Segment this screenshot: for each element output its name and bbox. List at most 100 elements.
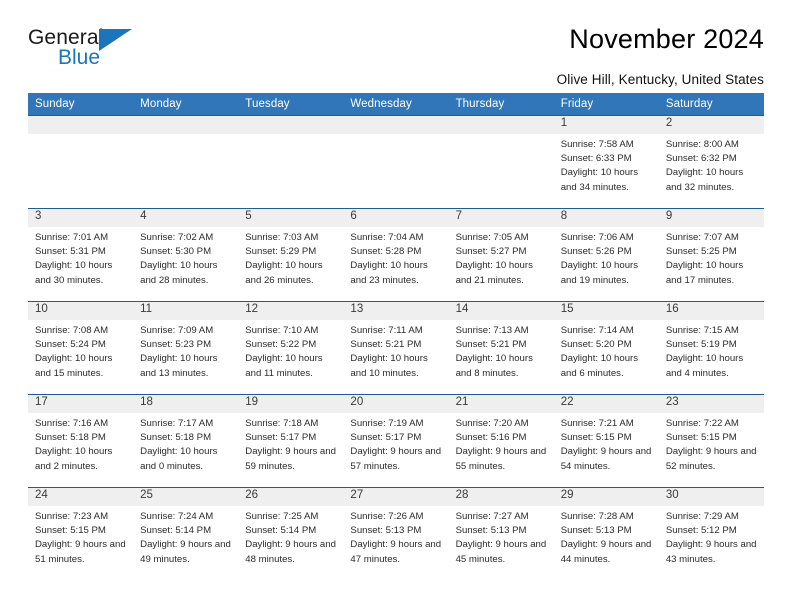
calendar-cell-inner: 10 Sunrise: 7:08 AM Sunset: 5:24 PM Dayligh… [28, 302, 134, 394]
day-number: 7 [448, 209, 554, 227]
sun-info: Sunrise: 7:15 AM Sunset: 5:19 PM Daylight:… [659, 320, 764, 381]
calendar-day-cell[interactable]: 5 Sunrise: 7:03 AM Sunset: 5:29 PM Daylight… [238, 208, 344, 302]
sun-info: Sunrise: 7:06 AM Sunset: 5:26 PM Daylight:… [554, 227, 659, 288]
calendar-cell-inner [343, 116, 449, 208]
day-number: 30 [658, 488, 764, 506]
sun-info: Sunrise: 7:07 AM Sunset: 5:25 PM Daylight:… [659, 227, 764, 288]
calendar-day-cell[interactable]: 1 Sunrise: 7:58 AM Sunset: 6:33 PM Daylight… [553, 115, 659, 209]
day-number [28, 116, 134, 134]
calendar-day-cell[interactable]: 11 Sunrise: 7:09 AM Sunset: 5:23 PM Dayligh… [133, 301, 239, 395]
calendar-day-cell[interactable]: 13 Sunrise: 7:11 AM Sunset: 5:21 PM Dayligh… [343, 301, 449, 395]
day-number [343, 116, 449, 134]
sunset-text: Sunset: 5:24 PM [35, 339, 106, 351]
sun-info: Sunrise: 7:24 AM Sunset: 5:14 PM Daylight:… [133, 506, 238, 567]
daylight-text: Daylight: 10 hours and 4 minutes. [665, 353, 744, 379]
sunrise-text: Sunrise: 7:16 AM [35, 418, 109, 429]
sun-info: Sunrise: 7:14 AM Sunset: 5:20 PM Daylight:… [554, 320, 659, 381]
sun-info: Sunrise: 7:58 AM Sunset: 6:33 PM Daylight:… [554, 134, 659, 195]
brand-logo[interactable]: General Blue [28, 26, 140, 72]
sunset-text: Sunset: 5:18 PM [35, 432, 106, 444]
sunset-text: Sunset: 5:15 PM [560, 432, 632, 444]
sun-info: Sunrise: 7:16 AM Sunset: 5:18 PM Daylight:… [28, 413, 133, 474]
calendar-day-cell[interactable]: 25 Sunrise: 7:24 AM Sunset: 5:14 PM Dayligh… [133, 487, 239, 581]
calendar-day-cell[interactable]: 21 Sunrise: 7:20 AM Sunset: 5:16 PM Dayligh… [448, 394, 554, 488]
sunset-text: Sunset: 5:13 PM [455, 525, 527, 537]
calendar-day-cell[interactable]: 18 Sunrise: 7:17 AM Sunset: 5:18 PM Dayligh… [133, 394, 239, 488]
day-header-wednesday: Wednesday [343, 93, 449, 116]
day-number: 2 [658, 116, 764, 134]
calendar-day-cell[interactable]: 4 Sunrise: 7:02 AM Sunset: 5:30 PM Daylight… [133, 208, 239, 302]
day-number: 5 [238, 209, 344, 227]
day-header-thursday: Thursday [448, 93, 554, 116]
calendar-week-row: 17 Sunrise: 7:16 AM Sunset: 5:18 PM Dayligh… [28, 394, 764, 488]
daylight-text: Daylight: 9 hours and 59 minutes. [245, 446, 336, 472]
daylight-text: Daylight: 9 hours and 51 minutes. [35, 539, 126, 565]
calendar-cell-inner: 16 Sunrise: 7:15 AM Sunset: 5:19 PM Dayligh… [658, 302, 764, 394]
calendar-cell-inner: 19 Sunrise: 7:18 AM Sunset: 5:17 PM Dayligh… [238, 395, 344, 487]
sunset-text: Sunset: 5:23 PM [140, 339, 212, 351]
calendar-day-cell[interactable]: 20 Sunrise: 7:19 AM Sunset: 5:17 PM Dayligh… [343, 394, 449, 488]
daylight-text: Daylight: 9 hours and 43 minutes. [665, 539, 757, 565]
day-number: 9 [658, 209, 764, 227]
calendar-day-cell[interactable]: 29 Sunrise: 7:28 AM Sunset: 5:13 PM Dayligh… [553, 487, 659, 581]
sunset-text: Sunset: 5:25 PM [665, 246, 737, 258]
sun-info: Sunrise: 7:11 AM Sunset: 5:21 PM Daylight:… [343, 320, 448, 381]
sunset-text: Sunset: 5:13 PM [350, 525, 422, 537]
daylight-text: Daylight: 10 hours and 28 minutes. [140, 260, 218, 286]
calendar-day-cell[interactable]: 26 Sunrise: 7:25 AM Sunset: 5:14 PM Dayligh… [238, 487, 344, 581]
calendar-day-cell[interactable]: 22 Sunrise: 7:21 AM Sunset: 5:15 PM Dayligh… [553, 394, 659, 488]
brand-triangle-icon [99, 29, 132, 51]
calendar-day-cell[interactable]: 8 Sunrise: 7:06 AM Sunset: 5:26 PM Daylight… [553, 208, 659, 302]
sunrise-text: Sunrise: 7:17 AM [140, 418, 214, 429]
sunset-text: Sunset: 5:14 PM [245, 525, 317, 537]
day-number [448, 116, 554, 134]
sunset-text: Sunset: 5:15 PM [35, 525, 106, 537]
calendar-day-cell[interactable]: 10 Sunrise: 7:08 AM Sunset: 5:24 PM Dayligh… [28, 301, 134, 395]
sun-info: Sunrise: 7:08 AM Sunset: 5:24 PM Daylight:… [28, 320, 133, 381]
calendar-day-cell[interactable]: 17 Sunrise: 7:16 AM Sunset: 5:18 PM Dayligh… [28, 394, 134, 488]
calendar-day-cell[interactable]: 28 Sunrise: 7:27 AM Sunset: 5:13 PM Dayligh… [448, 487, 554, 581]
day-number: 8 [553, 209, 659, 227]
sunrise-text: Sunrise: 7:07 AM [665, 232, 739, 243]
sun-info: Sunrise: 8:00 AM Sunset: 6:32 PM Daylight:… [659, 134, 764, 195]
calendar-week-row: 24 Sunrise: 7:23 AM Sunset: 5:15 PM Dayligh… [28, 487, 764, 581]
calendar-cell-inner: 3 Sunrise: 7:01 AM Sunset: 5:31 PM Daylight… [28, 209, 134, 301]
sun-info: Sunrise: 7:28 AM Sunset: 5:13 PM Daylight:… [554, 506, 659, 567]
calendar-day-cell[interactable]: 14 Sunrise: 7:13 AM Sunset: 5:21 PM Dayligh… [448, 301, 554, 395]
calendar-day-cell[interactable]: 23 Sunrise: 7:22 AM Sunset: 5:15 PM Dayligh… [658, 394, 764, 488]
sun-info: Sunrise: 7:22 AM Sunset: 5:15 PM Daylight:… [659, 413, 764, 474]
calendar-cell-inner: 29 Sunrise: 7:28 AM Sunset: 5:13 PM Dayligh… [553, 488, 659, 581]
sunrise-text: Sunrise: 7:23 AM [35, 511, 109, 522]
calendar-day-cell[interactable]: 3 Sunrise: 7:01 AM Sunset: 5:31 PM Daylight… [28, 208, 134, 302]
calendar-cell-inner: 13 Sunrise: 7:11 AM Sunset: 5:21 PM Dayligh… [343, 302, 449, 394]
day-number: 25 [133, 488, 239, 506]
calendar-cell-inner: 20 Sunrise: 7:19 AM Sunset: 5:17 PM Dayligh… [343, 395, 449, 487]
calendar-day-cell[interactable]: 19 Sunrise: 7:18 AM Sunset: 5:17 PM Dayligh… [238, 394, 344, 488]
calendar-cell-empty [28, 115, 134, 209]
calendar-day-cell[interactable]: 2 Sunrise: 8:00 AM Sunset: 6:32 PM Daylight… [658, 115, 764, 209]
daylight-text: Daylight: 10 hours and 13 minutes. [140, 353, 218, 379]
calendar-day-cell[interactable]: 6 Sunrise: 7:04 AM Sunset: 5:28 PM Daylight… [343, 208, 449, 302]
daylight-text: Daylight: 10 hours and 23 minutes. [350, 260, 428, 286]
calendar-day-cell[interactable]: 30 Sunrise: 7:29 AM Sunset: 5:12 PM Dayligh… [658, 487, 764, 581]
sunset-text: Sunset: 5:13 PM [560, 525, 632, 537]
calendar-day-cell[interactable]: 9 Sunrise: 7:07 AM Sunset: 5:25 PM Daylight… [658, 208, 764, 302]
calendar-day-cell[interactable]: 15 Sunrise: 7:14 AM Sunset: 5:20 PM Dayligh… [553, 301, 659, 395]
sun-info: Sunrise: 7:03 AM Sunset: 5:29 PM Daylight:… [238, 227, 343, 288]
calendar-day-cell[interactable]: 12 Sunrise: 7:10 AM Sunset: 5:22 PM Dayligh… [238, 301, 344, 395]
sunset-text: Sunset: 5:19 PM [665, 339, 737, 351]
calendar-day-cell[interactable]: 27 Sunrise: 7:26 AM Sunset: 5:13 PM Dayligh… [343, 487, 449, 581]
calendar-cell-inner: 6 Sunrise: 7:04 AM Sunset: 5:28 PM Daylight… [343, 209, 449, 301]
calendar-cell-inner: 26 Sunrise: 7:25 AM Sunset: 5:14 PM Dayligh… [238, 488, 344, 581]
sunset-text: Sunset: 5:26 PM [560, 246, 632, 258]
calendar-day-cell[interactable]: 16 Sunrise: 7:15 AM Sunset: 5:19 PM Dayligh… [658, 301, 764, 395]
sunset-text: Sunset: 5:17 PM [350, 432, 422, 444]
day-number: 12 [238, 302, 344, 320]
calendar-cell-inner: 2 Sunrise: 8:00 AM Sunset: 6:32 PM Daylight… [658, 116, 764, 208]
calendar-day-cell[interactable]: 7 Sunrise: 7:05 AM Sunset: 5:27 PM Daylight… [448, 208, 554, 302]
brand-name-blue: Blue [58, 46, 101, 69]
sunrise-text: Sunrise: 7:04 AM [350, 232, 424, 243]
daylight-text: Daylight: 9 hours and 44 minutes. [560, 539, 652, 565]
day-of-week-header-row: Sunday Monday Tuesday Wednesday Thursday… [28, 93, 764, 116]
calendar-day-cell[interactable]: 24 Sunrise: 7:23 AM Sunset: 5:15 PM Dayligh… [28, 487, 134, 581]
